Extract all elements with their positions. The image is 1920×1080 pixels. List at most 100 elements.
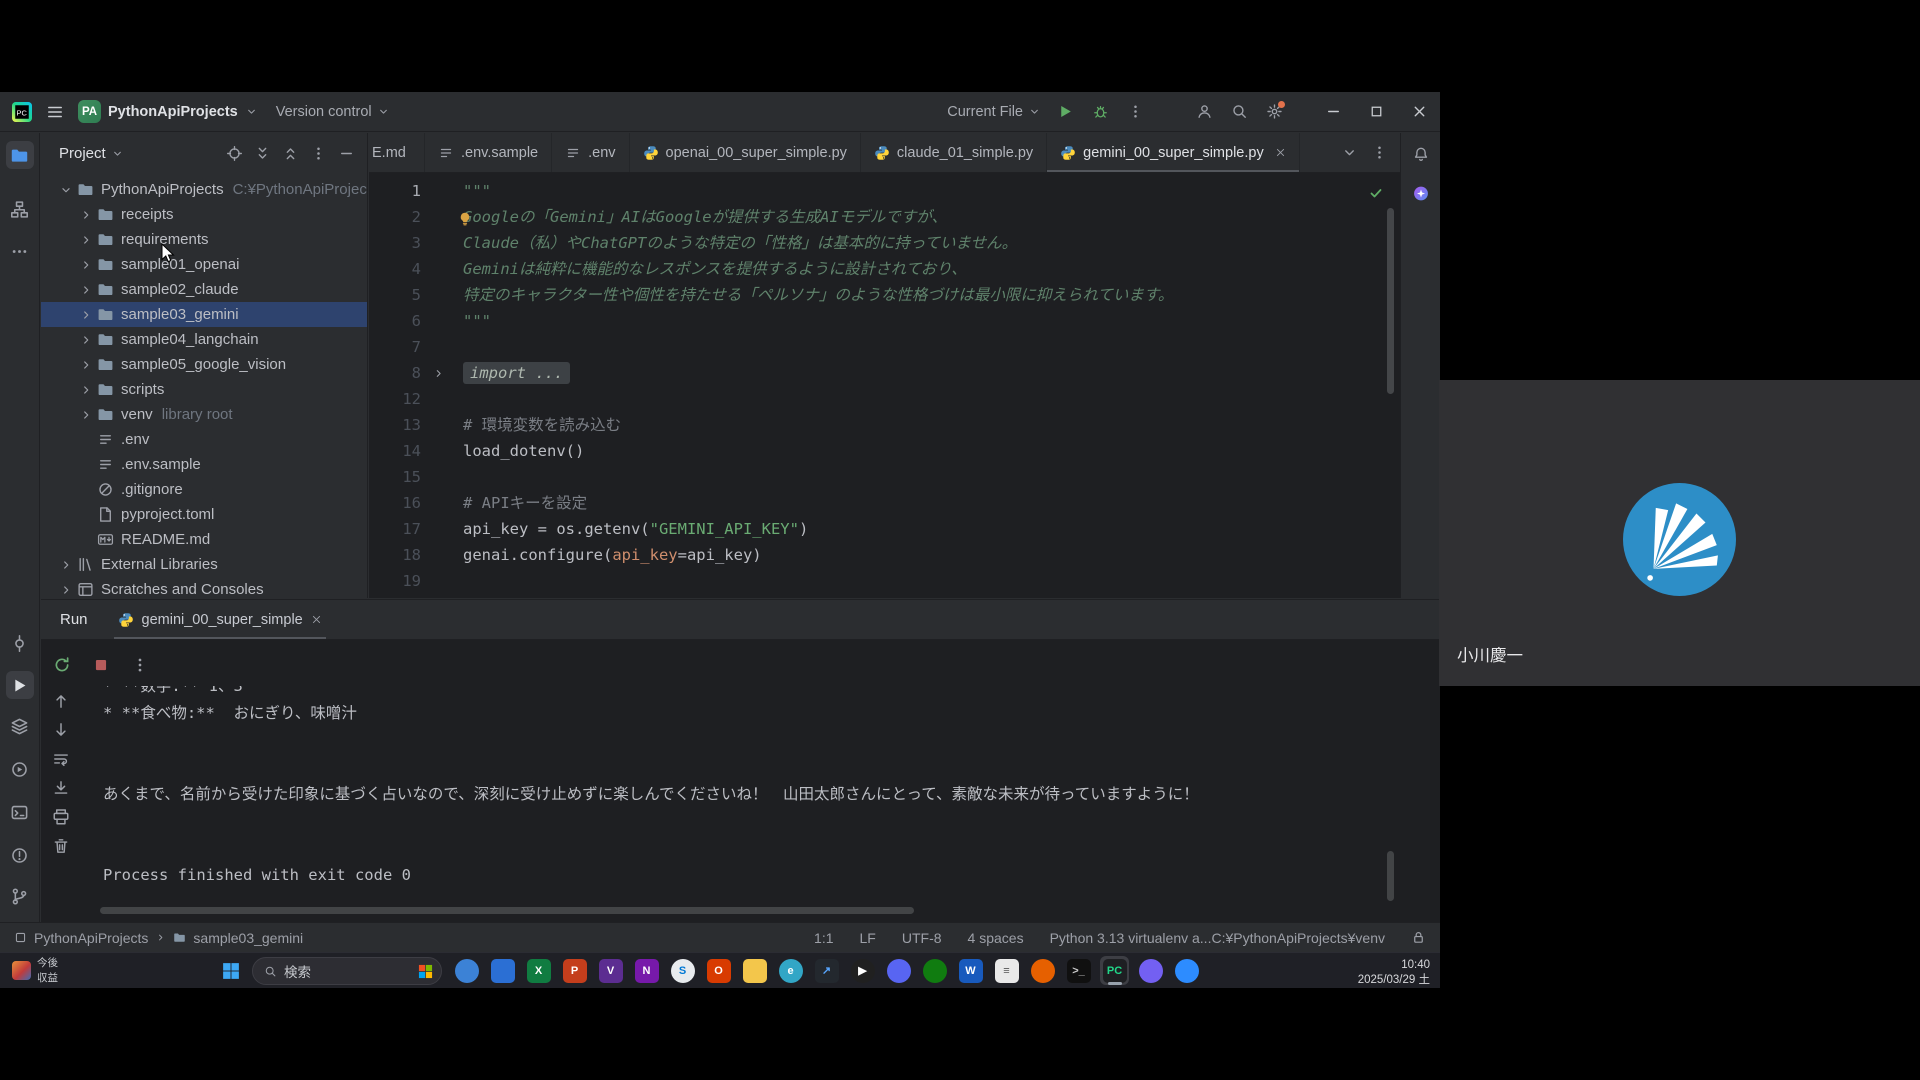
tree-item-scratches-and-consoles[interactable]: Scratches and Consoles: [41, 577, 367, 598]
taskbar-app-office[interactable]: O: [704, 956, 733, 985]
clear-console-icon[interactable]: [52, 837, 70, 855]
version-control-tool-button[interactable]: [6, 882, 34, 910]
run-tool-button[interactable]: [6, 671, 34, 699]
file-encoding[interactable]: UTF-8: [902, 930, 942, 946]
caret-position[interactable]: 1:1: [814, 930, 833, 946]
indent-style[interactable]: 4 spaces: [968, 930, 1024, 946]
tab-env[interactable]: .env: [552, 133, 629, 172]
hidden-tabs-icon[interactable]: [1341, 144, 1358, 161]
taskbar-app-word[interactable]: W: [956, 956, 985, 985]
taskbar-app-powerpoint[interactable]: P: [560, 956, 589, 985]
tree-item-gitignore[interactable]: .gitignore: [41, 477, 367, 502]
horizontal-scrollbar[interactable]: [100, 907, 914, 914]
taskbar-app-onenote[interactable]: N: [632, 956, 661, 985]
maximize-button[interactable]: [1368, 103, 1385, 120]
run-config-widget[interactable]: Current File: [947, 104, 1041, 120]
print-icon[interactable]: [52, 808, 70, 826]
lock-icon[interactable]: [1411, 930, 1426, 945]
terminal-tool-button[interactable]: [6, 798, 34, 826]
breadcrumb-leaf[interactable]: sample03_gemini: [193, 930, 303, 946]
structure-tool-button[interactable]: [6, 195, 34, 223]
chevron-down-icon[interactable]: [111, 147, 124, 160]
tree-item-pyproject-toml[interactable]: pyproject.toml: [41, 502, 367, 527]
tree-item-env[interactable]: .env: [41, 427, 367, 452]
project-tool-button[interactable]: [6, 141, 34, 169]
search-icon[interactable]: [1231, 103, 1248, 120]
python-interpreter[interactable]: Python 3.13 virtualenv a...C:¥PythonApiP…: [1050, 930, 1385, 946]
widgets-button[interactable]: 今後 収益: [12, 956, 58, 985]
settings-gear-wrap[interactable]: [1266, 103, 1283, 120]
breadcrumb[interactable]: PythonApiProjects sample03_gemini: [14, 930, 303, 946]
stop-button[interactable]: [92, 656, 110, 674]
taskbar-app-skype[interactable]: S: [668, 956, 697, 985]
debug-button[interactable]: [1092, 103, 1109, 120]
soft-wrap-icon[interactable]: [52, 750, 70, 768]
tab-e-md[interactable]: E.md: [369, 133, 425, 172]
tab-gemini-00-super-simple-py[interactable]: gemini_00_super_simple.py: [1047, 133, 1300, 172]
vertical-scrollbar[interactable]: [1387, 851, 1394, 901]
project-widget[interactable]: PA PythonApiProjects: [78, 100, 258, 123]
problems-tool-button[interactable]: [6, 841, 34, 869]
tree-item-receipts[interactable]: receipts: [41, 202, 367, 227]
scroll-to-end-icon[interactable]: [52, 779, 70, 797]
taskbar-clock[interactable]: 10:40 2025/03/29 土: [1358, 958, 1430, 988]
tree-item-scripts[interactable]: scripts: [41, 377, 367, 402]
locate-file-icon[interactable]: [226, 145, 243, 162]
taskbar-app-dev-tool[interactable]: ↗: [812, 956, 841, 985]
more-actions-icon[interactable]: [1127, 103, 1144, 120]
close-button[interactable]: [1411, 103, 1428, 120]
taskbar-app-pycharm[interactable]: PC: [1100, 956, 1129, 985]
tree-item-sample05-google-vision[interactable]: sample05_google_vision: [41, 352, 367, 377]
inspections-ok-icon[interactable]: [1368, 185, 1384, 201]
taskbar-app-excel[interactable]: X: [524, 956, 553, 985]
taskbar-app-discord[interactable]: [884, 956, 913, 985]
rerun-button[interactable]: [53, 656, 71, 674]
taskbar-app-display[interactable]: [488, 956, 517, 985]
tab-options-icon[interactable]: [1371, 144, 1388, 161]
tree-item-sample01-openai[interactable]: sample01_openai: [41, 252, 367, 277]
intention-bulb-icon[interactable]: [457, 209, 473, 225]
run-tab[interactable]: gemini_00_super_simple: [114, 600, 326, 639]
taskbar-app-xbox[interactable]: [920, 956, 949, 985]
tree-item-sample04-langchain[interactable]: sample04_langchain: [41, 327, 367, 352]
notifications-bell-icon[interactable]: [1412, 146, 1429, 163]
taskbar-app-firefox[interactable]: [1028, 956, 1057, 985]
tree-item-external-libraries[interactable]: External Libraries: [41, 552, 367, 577]
editor-code[interactable]: 1"""2Googleの「Gemini」AIはGoogleが提供する生成AIモデ…: [369, 174, 1400, 598]
console-more-icon[interactable]: [131, 656, 149, 674]
services-tool-button[interactable]: [6, 712, 34, 740]
minimize-button[interactable]: [1325, 103, 1342, 120]
panel-more-icon[interactable]: [310, 145, 327, 162]
prev-occurrence-icon[interactable]: [52, 692, 70, 710]
hide-panel-icon[interactable]: [338, 145, 355, 162]
main-menu-icon[interactable]: [46, 103, 64, 121]
tree-item-readme-md[interactable]: README.md: [41, 527, 367, 552]
editor-scrollbar[interactable]: [1387, 208, 1394, 394]
close-icon[interactable]: [1275, 147, 1286, 158]
taskbar-app-terminal[interactable]: >_: [1064, 956, 1093, 985]
python-console-tool-button[interactable]: [6, 755, 34, 783]
taskbar-app-viber[interactable]: [1136, 956, 1165, 985]
tab-env-sample[interactable]: .env.sample: [425, 133, 552, 172]
line-separator[interactable]: LF: [860, 930, 876, 946]
taskbar-search[interactable]: 検索: [252, 957, 442, 985]
tree-item-sample03-gemini[interactable]: sample03_gemini: [41, 302, 367, 327]
taskbar-app-explorer[interactable]: [740, 956, 769, 985]
fold-marker-icon[interactable]: [421, 360, 455, 386]
expand-all-icon[interactable]: [254, 145, 271, 162]
collapse-all-icon[interactable]: [282, 145, 299, 162]
more-tools-button[interactable]: [6, 237, 34, 265]
taskbar-app-edge[interactable]: e: [776, 956, 805, 985]
tree-item-env-sample[interactable]: .env.sample: [41, 452, 367, 477]
user-icon[interactable]: [1196, 103, 1213, 120]
tree-item-requirements[interactable]: requirements: [41, 227, 367, 252]
run-button[interactable]: [1057, 103, 1074, 120]
vcs-widget[interactable]: Version control: [276, 104, 390, 120]
taskbar-app-contacts[interactable]: [452, 956, 481, 985]
commit-tool-button[interactable]: [6, 629, 34, 657]
taskbar-app-media-player[interactable]: ▶: [848, 956, 877, 985]
breadcrumb-root[interactable]: PythonApiProjects: [34, 930, 148, 946]
taskbar-app-zoom[interactable]: [1172, 956, 1201, 985]
taskbar-app-visual-studio[interactable]: V: [596, 956, 625, 985]
tab-openai-00-super-simple-py[interactable]: openai_00_super_simple.py: [630, 133, 861, 172]
